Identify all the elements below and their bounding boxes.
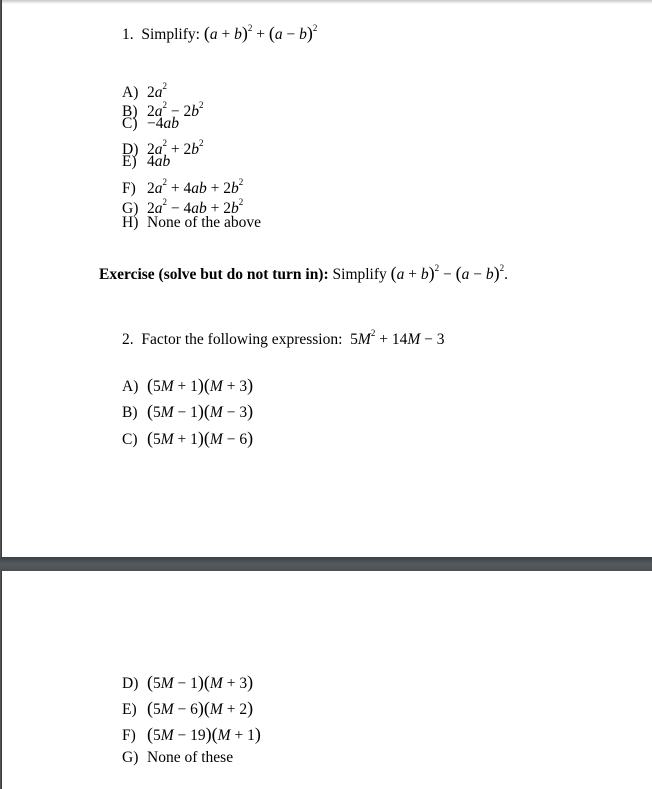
page-separator (0, 557, 652, 571)
option-a: A) (5M + 1)(M + 3) (122, 375, 254, 395)
exercise-label: Exercise (solve but do not turn in): (99, 266, 329, 283)
question-number: 1. (122, 26, 134, 43)
question-2: 2. Factor the following expression: 5M2 … (122, 323, 445, 350)
option-value: None of the above (147, 214, 262, 231)
option-value: (5M + 1)(M + 3) (147, 375, 254, 395)
pdf-page-2: D) (5M − 1)(M + 3) E) (5M − 6)(M + 2) F) (5… (1, 571, 652, 789)
exercise-expression: (a + b)2 − (a − b)2 (390, 263, 505, 283)
option-e: E) 4ab (122, 153, 171, 170)
question-1: 1. Simplify: (a + b)2 + (a − b)2 (122, 18, 317, 45)
exercise: Exercise (solve but do not turn in): Sim… (99, 263, 509, 283)
question-prompt: Simplify: (141, 26, 200, 43)
exercise-prompt: Simplify (332, 266, 387, 283)
option-e: E) (5M − 6)(M + 2) (122, 698, 254, 718)
option-b: B) (5M − 1)(M − 3) (122, 401, 254, 421)
option-h: H) None of the above (122, 214, 262, 231)
option-value: (5M + 1)(M − 6) (147, 428, 254, 448)
question-expression: (a + b)2 + (a − b)2 (203, 23, 318, 43)
question-number: 2. (122, 331, 134, 348)
option-value: −4ab (147, 115, 179, 132)
pdf-page-1: 1. Simplify: (a + b)2 + (a − b)2 A) 2a2 B… (1, 0, 652, 557)
question-expression: 5M2 + 14M − 3 (350, 328, 445, 348)
option-c: C) −4ab (122, 115, 179, 132)
option-d: D) (5M − 1)(M + 3) (122, 672, 254, 692)
option-value: (5M − 19)(M + 1) (147, 724, 261, 744)
option-value: (5M − 6)(M + 2) (147, 698, 254, 718)
option-value: None of these (147, 749, 234, 766)
question-prompt: Factor the following expression: (141, 331, 343, 348)
option-c: C) (5M + 1)(M − 6) (122, 428, 254, 448)
option-value: 4ab (147, 153, 171, 170)
option-g: G) None of these (122, 749, 234, 766)
option-value: (5M − 1)(M + 3) (147, 672, 254, 692)
option-value: (5M − 1)(M − 3) (147, 401, 254, 421)
pdf-viewer[interactable]: 1. Simplify: (a + b)2 + (a − b)2 A) 2a2 B… (0, 0, 652, 789)
option-f: F) (5M − 19)(M + 1) (122, 724, 261, 744)
